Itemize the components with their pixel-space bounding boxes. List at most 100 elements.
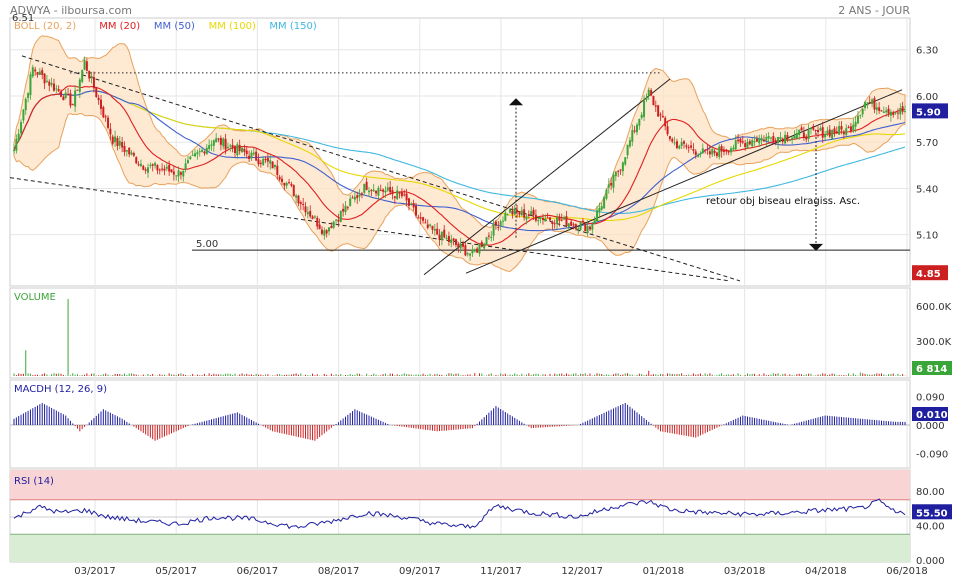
candle-body: [758, 138, 761, 144]
candle-body: [426, 224, 429, 228]
candle-body: [875, 107, 878, 111]
legend-item: MM (100): [209, 21, 256, 32]
candle-body: [840, 126, 843, 130]
candle-body: [896, 112, 899, 114]
candle-body: [534, 214, 537, 221]
candle-body: [459, 243, 462, 249]
candle-body: [48, 81, 51, 86]
candle-body: [45, 80, 48, 82]
macd-title: MACDH (12, 26, 9): [14, 384, 107, 395]
candle-body: [379, 190, 382, 192]
candle-body: [798, 129, 801, 135]
candle-body: [363, 183, 366, 193]
candle-body: [687, 147, 690, 149]
candle-body: [795, 133, 798, 139]
candle-body: [737, 139, 740, 142]
candle-body: [501, 220, 504, 222]
candle-body: [149, 164, 152, 166]
candle-body: [774, 140, 777, 143]
candle-body: [527, 214, 530, 216]
candle-body: [323, 230, 326, 236]
candle-body: [403, 194, 406, 196]
candle-body: [95, 87, 98, 98]
candle-body: [335, 219, 338, 221]
candle-body: [628, 140, 631, 147]
candle-body: [433, 228, 436, 231]
candle-body: [210, 144, 213, 146]
x-axis-label: 12/2017: [561, 566, 603, 577]
candle-body: [151, 164, 154, 166]
candle-body: [762, 139, 765, 142]
candle-body: [852, 124, 855, 131]
candle-body: [586, 226, 589, 234]
candle-body: [375, 190, 378, 194]
candle-body: [384, 190, 387, 193]
candle-body: [603, 197, 606, 209]
candle-body: [264, 158, 267, 161]
candle-body: [422, 217, 425, 221]
candle-body: [288, 182, 291, 184]
candle-body: [76, 89, 79, 91]
candle-body: [201, 149, 204, 152]
candle-body: [69, 93, 72, 106]
candle-body: [788, 140, 791, 142]
candle-body: [111, 136, 114, 144]
price-tick-label: 5.40: [916, 184, 938, 195]
candle-body: [664, 117, 667, 127]
candle-body: [128, 147, 131, 155]
candle-body: [553, 223, 556, 225]
candle-body: [760, 137, 763, 141]
legend-item: MM (20): [99, 21, 140, 32]
candle-body: [567, 223, 570, 228]
candle-body: [243, 148, 246, 152]
candle-body: [558, 216, 561, 221]
candle-body: [278, 176, 281, 180]
candle-body: [316, 217, 319, 227]
candle-body: [212, 140, 215, 146]
candle-body: [605, 189, 608, 199]
candle-body: [109, 128, 112, 135]
candle-body: [255, 151, 258, 161]
rsi-oversold-zone: [10, 534, 910, 562]
macd-panel: [9, 379, 911, 469]
candle-body: [645, 97, 648, 100]
candle-body: [454, 239, 457, 245]
candle-body: [208, 145, 211, 150]
candle-body: [635, 124, 638, 133]
candle-body: [339, 210, 342, 222]
candle-body: [161, 168, 164, 170]
candle-body: [600, 206, 603, 210]
candle-body: [360, 193, 363, 196]
x-axis-label: 09/2017: [399, 566, 441, 577]
candle-body: [805, 136, 808, 140]
candle-body: [880, 110, 883, 112]
x-axis-label: 03/2018: [724, 566, 766, 577]
candle-body: [654, 105, 657, 107]
low-price-label: 4.85: [916, 269, 941, 280]
macd-tick-label: -0.090: [916, 449, 948, 460]
candle-body: [283, 182, 286, 186]
candle-body: [864, 102, 867, 108]
candle-body: [885, 110, 888, 113]
candle-body: [415, 205, 418, 216]
candle-body: [593, 220, 596, 224]
candle-body: [62, 96, 65, 101]
candle-body: [217, 138, 220, 140]
candle-body: [250, 152, 253, 158]
candle-body: [779, 137, 782, 140]
candle-body: [330, 225, 333, 229]
candle-body: [102, 107, 105, 118]
stock-chart[interactable]: BOLL (20, 2) MM (20) MM (50) MM (100) MM (15…: [0, 0, 956, 580]
candle-body: [370, 190, 373, 192]
candle-body: [598, 208, 601, 213]
candle-body: [842, 131, 845, 135]
candle-body: [772, 136, 775, 142]
candle-body: [887, 108, 890, 114]
macd-tick-label: 0.090: [916, 393, 945, 404]
candle-body: [405, 193, 408, 201]
candle-body: [299, 202, 302, 204]
candle-body: [607, 184, 610, 188]
candle-body: [438, 234, 441, 240]
candle-body: [172, 171, 175, 175]
candle-body: [791, 137, 794, 140]
